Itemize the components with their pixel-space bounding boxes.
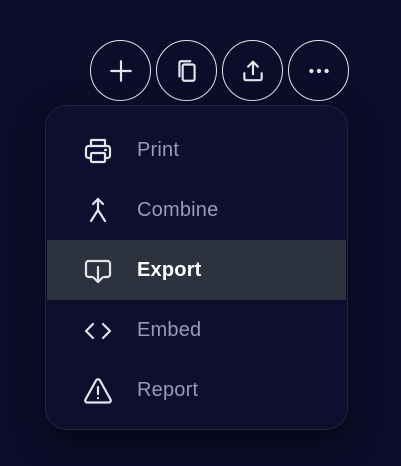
more-button[interactable]: [288, 40, 349, 101]
menu-item-label: Combine: [137, 199, 219, 221]
menu-item-export[interactable]: Export: [47, 240, 346, 300]
menu-item-label: Embed: [137, 319, 202, 341]
more-actions-menu: Print Combine Export Embed Report: [45, 105, 348, 430]
menu-item-embed[interactable]: Embed: [47, 300, 346, 360]
printer-icon: [82, 135, 114, 167]
add-button[interactable]: [90, 40, 151, 101]
menu-item-label: Report: [137, 379, 199, 401]
warning-triangle-icon: [82, 375, 114, 407]
share-button[interactable]: [222, 40, 283, 101]
more-horizontal-icon: [306, 58, 332, 84]
menu-item-label: Print: [137, 139, 180, 161]
menu-item-print[interactable]: Print: [47, 120, 346, 180]
toolbar: [90, 40, 349, 101]
menu-item-combine[interactable]: Combine: [47, 180, 346, 240]
merge-icon: [82, 195, 114, 227]
copy-icon: [174, 58, 200, 84]
share-upload-icon: [240, 58, 266, 84]
menu-item-report[interactable]: Report: [47, 360, 346, 420]
menu-item-label: Export: [137, 259, 202, 281]
code-embed-icon: [82, 315, 114, 347]
duplicate-button[interactable]: [156, 40, 217, 101]
plus-icon: [108, 58, 134, 84]
export-download-icon: [82, 255, 114, 287]
